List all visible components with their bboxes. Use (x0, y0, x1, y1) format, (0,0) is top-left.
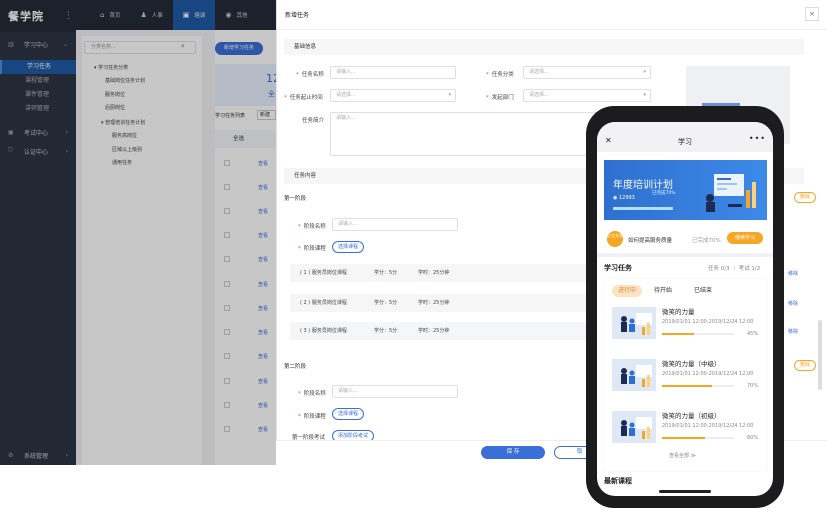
task-progress-percent: 60% (747, 435, 759, 441)
task-date: 2019/01/01 12:00-2019/12/24 12:00 (662, 319, 754, 325)
stage-2-course-label: * 阶段课程 (298, 414, 326, 420)
task-category-select[interactable]: 请选择... ▾ (523, 66, 651, 79)
period-select[interactable]: 请选择... ▾ (330, 89, 456, 102)
caret-down-icon: ▾ (643, 92, 646, 98)
task-progress-bar (662, 333, 734, 335)
banner-title: 年度培训计划 (613, 180, 673, 191)
scrollbar[interactable] (818, 320, 822, 390)
caret-down-icon: ▾ (448, 92, 451, 98)
stage-2-name-input[interactable]: 请输入... (332, 385, 458, 398)
stage-1-name-input[interactable]: 请输入... (332, 218, 458, 231)
dept-select[interactable]: 请选择... ▾ (523, 89, 651, 102)
course-row: ( 2 ) 服务员岗位课程 学分：5分 学时：25分钟 (290, 294, 600, 312)
close-icon[interactable]: × (805, 7, 819, 21)
stage-2-choose-course-button[interactable]: 选择课程 (332, 408, 365, 420)
intro-label: 任务简介 (302, 118, 325, 124)
remove-course-link[interactable]: 移除 (788, 328, 798, 335)
home-indicator (659, 490, 711, 493)
task-name-input[interactable]: 请输入... (330, 66, 456, 79)
stage-1-title: 第一阶段 (284, 196, 307, 202)
task-date: 2019/01/01 12:00-2019/12/24 12:00 (662, 371, 754, 377)
latest-courses-heading: 最新课程 (604, 477, 632, 485)
save-button[interactable]: 保 存 (481, 446, 545, 459)
task-name: 微笑的力量（中级） (662, 360, 721, 368)
task-progress-percent: 45% (747, 331, 759, 337)
phone-screen: ✕ 学习 ••• 年度培训计划 已完成70% ◉ 12993 企业文化 如何提高… (597, 122, 773, 496)
task-progress-percent: 70% (747, 383, 759, 389)
task-progress-bar (662, 437, 734, 439)
banner-underline (613, 207, 673, 210)
task-progress-fill (662, 437, 706, 439)
task-thumbnail-illustration (612, 359, 656, 391)
tab-in-progress[interactable]: 进行中 (612, 285, 642, 297)
continue-learning-button[interactable]: 继续学习 (727, 232, 763, 244)
task-category-label: * 任务分类 (486, 72, 514, 78)
stage-2-title: 第二阶段 (284, 364, 307, 370)
course-row: ( 3 ) 服务员岗位课程 学分：5分 学时：25分钟 (290, 322, 600, 340)
section-basic-info: 基础信息 (284, 39, 804, 55)
tab-finished[interactable]: 已结束 (688, 285, 718, 297)
task-thumbnail-illustration (612, 307, 656, 339)
course-name: ( 2 ) 服务员岗位课程 (300, 300, 347, 306)
course-credit: 学分：5分 (374, 270, 398, 276)
task-thumbnail-illustration (612, 411, 656, 443)
dept-label: * 发起部门 (486, 95, 514, 101)
task-thumbnail (612, 359, 656, 391)
course-title: 如何提高服务质量 (628, 238, 673, 244)
phone-title: 学习 (678, 138, 692, 146)
delete-stage-2-button[interactable]: 删除 (794, 360, 816, 371)
course-name: ( 3 ) 服务员岗位课程 (300, 328, 347, 334)
task-name-label: * 任务名称 (296, 72, 324, 78)
culture-badge: 企业文化 (607, 231, 623, 247)
course-hours: 学时：25分钟 (418, 270, 450, 276)
stage-1-course-label: * 阶段课程 (298, 246, 326, 252)
view-all-link[interactable]: 查看全部 ≫ (669, 452, 696, 459)
banner-progress: 已完成70% (652, 191, 676, 196)
divider (597, 253, 773, 257)
more-icon[interactable]: ••• (749, 134, 766, 143)
annual-plan-banner[interactable]: 年度培训计划 已完成70% ◉ 12993 (604, 160, 767, 220)
task-progress-bar (662, 385, 734, 387)
learning-tasks-heading: 学习任务 (604, 264, 632, 272)
remove-course-link[interactable]: 移除 (788, 270, 798, 277)
period-label: * 任务起止时间 (284, 95, 323, 101)
banner-illustration (706, 174, 756, 212)
task-item[interactable]: 微笑的力量 2019/01/01 12:00-2019/12/24 12:00 45… (604, 305, 767, 349)
task-name: 微笑的力量 (662, 308, 695, 316)
task-name: 微笑的力量（初级） (662, 412, 721, 420)
tab-upcoming[interactable]: 待开始 (648, 285, 678, 297)
screen: 餐学院 ⋮ ▥ 学习中心 ⌄ 学习任务 课程管理 课件管理 讲师管理 ▣ 考试中… (0, 0, 827, 508)
stage-1-choose-course-button[interactable]: 选择课程 (332, 241, 365, 253)
course-hours: 学时：25分钟 (418, 328, 450, 334)
course-progress: 已完成70% (692, 238, 721, 244)
drawer-title: 新增任务 (285, 12, 310, 19)
intro-textarea[interactable]: 请输入... (330, 112, 600, 156)
task-progress-fill (662, 333, 695, 335)
task-date: 2019/01/01 12:00-2019/12/24 12:00 (662, 423, 754, 429)
continue-learning-row: 企业文化 如何提高服务质量 已完成70% 继续学习 (604, 228, 767, 250)
task-thumbnail (612, 411, 656, 443)
course-name: ( 1 ) 服务员岗位课程 (300, 270, 347, 276)
learning-tasks-stats: 任务 0/3 ｜ 考试 1/2 (708, 266, 761, 272)
delete-stage-1-button[interactable]: 删除 (794, 192, 816, 203)
drawer-header: 新增任务 × (277, 0, 827, 30)
stage-2-name-label: * 阶段名称 (298, 391, 326, 397)
caret-down-icon: ▾ (643, 69, 646, 75)
course-row: ( 1 ) 服务员岗位课程 学分：5分 学时：25分钟 (290, 264, 600, 282)
banner-views: ◉ 12993 (613, 195, 635, 201)
stage-1-name-label: * 阶段名称 (298, 224, 326, 230)
phone-nav-bar: ✕ 学习 ••• (597, 122, 773, 152)
modal-overlay (0, 0, 276, 465)
task-item[interactable]: 微笑的力量（中级） 2019/01/01 12:00-2019/12/24 12:… (604, 357, 767, 401)
task-item[interactable]: 微笑的力量（初级） 2019/01/01 12:00-2019/12/24 12:… (604, 409, 767, 453)
course-credit: 学分：5分 (374, 300, 398, 306)
course-hours: 学时：25分钟 (418, 300, 450, 306)
remove-course-link[interactable]: 移除 (788, 300, 798, 307)
task-thumbnail (612, 307, 656, 339)
task-progress-fill (662, 385, 713, 387)
course-credit: 学分：5分 (374, 328, 398, 334)
